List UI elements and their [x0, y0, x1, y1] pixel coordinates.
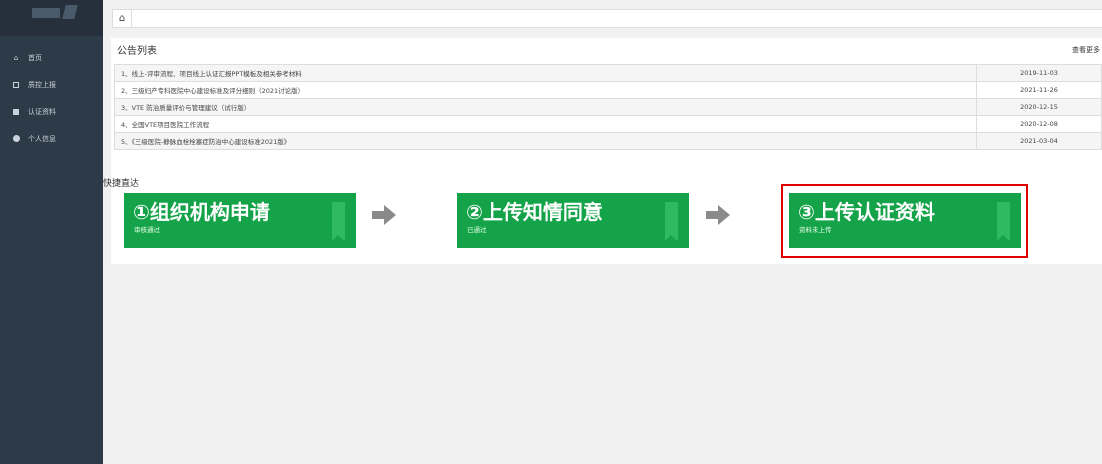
tab-bar: ⌂ [103, 0, 1102, 36]
sidebar-item-label: 个人信息 [28, 134, 56, 143]
sidebar-item-certification[interactable]: 认证资料 [0, 98, 103, 125]
sidebar-item-label: 认证资料 [28, 107, 56, 116]
checkbox-icon [13, 108, 19, 115]
notice-title[interactable]: 1、线上-评审流程、项目线上认证汇报PPT模板及相关参考材料 [114, 64, 977, 82]
bookmark-icon [665, 202, 678, 241]
notice-title[interactable]: 3、VTE 防治质量评价与管理建议（试行版） [114, 98, 977, 116]
table-row[interactable]: 3、VTE 防治质量评价与管理建议（试行版） 2020-12-15 [114, 98, 1102, 116]
step-card-org-apply[interactable]: ①组织机构申请 审核通过 [124, 193, 356, 248]
user-circle-icon [13, 135, 20, 142]
notice-date: 2021-11-26 [976, 81, 1102, 99]
grid-icon [13, 81, 19, 88]
notice-title[interactable]: 4、全国VTE项目医院工作流程 [114, 115, 977, 133]
arrow-right-icon [372, 205, 396, 225]
table-row[interactable]: 1、线上-评审流程、项目线上认证汇报PPT模板及相关参考材料 2019-11-0… [114, 64, 1102, 82]
step-card-title: ①组织机构申请 [133, 202, 270, 224]
notice-title[interactable]: 2、三级妇产专科医院中心建设标准及评分细则（2021讨论版） [114, 81, 977, 99]
logo-mark [62, 5, 78, 19]
table-row[interactable]: 2、三级妇产专科医院中心建设标准及评分细则（2021讨论版） 2021-11-2… [114, 81, 1102, 99]
sidebar-item-label: 质控上报 [28, 80, 56, 89]
logo [0, 0, 103, 36]
notice-date: 2019-11-03 [976, 64, 1102, 82]
notice-title[interactable]: 5、《三级医院-静脉血栓栓塞症防治中心建设标准2021版》 [114, 132, 977, 150]
sidebar-nav: ⌂ 首页 质控上报 认证资料 个人信息 [0, 44, 103, 152]
notice-date: 2020-12-15 [976, 98, 1102, 116]
notice-list-title: 公告列表 [117, 46, 157, 57]
notice-date: 2021-03-04 [976, 132, 1102, 150]
highlight-box [781, 184, 1028, 258]
step-card-consent-upload[interactable]: ②上传知情同意 已通过 [457, 193, 689, 248]
step-card-title: ②上传知情同意 [466, 202, 603, 224]
tab-strip [132, 9, 1102, 28]
sidebar-item-qc-report[interactable]: 质控上报 [0, 71, 103, 98]
table-row[interactable]: 4、全国VTE项目医院工作流程 2020-12-08 [114, 115, 1102, 133]
tab-home[interactable]: ⌂ [112, 9, 132, 28]
home-icon: ⌂ [13, 53, 19, 62]
notice-table: 1、线上-评审流程、项目线上认证汇报PPT模板及相关参考材料 2019-11-0… [114, 64, 1102, 150]
home-icon: ⌂ [118, 13, 126, 24]
table-row[interactable]: 5、《三级医院-静脉血栓栓塞症防治中心建设标准2021版》 2021-03-04 [114, 132, 1102, 150]
sidebar-item-profile[interactable]: 个人信息 [0, 125, 103, 152]
arrow-right-icon [706, 205, 730, 225]
sidebar-item-label: 首页 [28, 53, 42, 62]
sidebar-item-home[interactable]: ⌂ 首页 [0, 44, 103, 71]
view-more-link[interactable]: 查看更多 [1072, 45, 1100, 55]
step-card-status: 已通过 [467, 226, 487, 234]
bookmark-icon [332, 202, 345, 241]
sidebar: ⌂ 首页 质控上报 认证资料 个人信息 [0, 0, 103, 464]
logo-block [32, 8, 60, 18]
notice-date: 2020-12-08 [976, 115, 1102, 133]
step-card-status: 审核通过 [134, 226, 160, 234]
